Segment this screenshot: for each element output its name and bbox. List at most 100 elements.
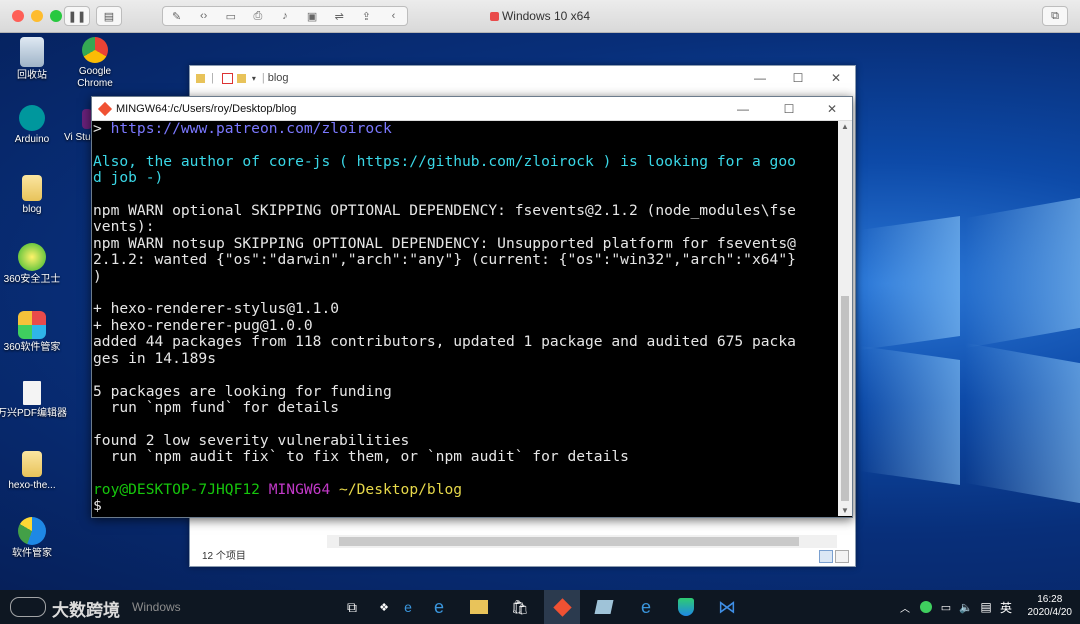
checkbox-icon[interactable] — [221, 72, 233, 84]
terminal-line: Also, the author of core-js ( https://gi… — [93, 152, 796, 170]
ie-icon[interactable]: e — [634, 595, 658, 619]
wallpaper-window-pane — [965, 197, 1080, 349]
divider: | — [261, 72, 265, 84]
large-icons-view-icon[interactable] — [835, 550, 849, 563]
arduino-icon — [19, 105, 45, 131]
desktop-icon-hexo-theme[interactable]: hexo-the... — [0, 451, 67, 492]
folder-icon — [236, 73, 246, 83]
terminal-line: run `npm fund` for details — [93, 398, 340, 416]
terminal-title: MINGW64:/c/Users/roy/Desktop/blog — [116, 102, 297, 115]
watermark-logo — [10, 597, 46, 617]
360-security-icon — [18, 243, 46, 271]
scroll-up-icon[interactable]: ▲ — [838, 122, 852, 131]
vertical-scrollbar[interactable]: ▲ ▼ — [838, 121, 852, 516]
box-glyph — [594, 600, 614, 614]
clock-time: 16:28 — [1037, 594, 1063, 605]
edge-small-icon[interactable]: e — [396, 595, 420, 619]
chrome-icon — [82, 37, 108, 63]
desktop-icon-recycle-bin[interactable]: 回收站 — [0, 37, 67, 82]
pdf-file-icon — [23, 381, 41, 405]
terminal-input-line[interactable]: $ — [93, 498, 836, 514]
maximize-icon[interactable]: ☐ — [779, 66, 817, 90]
desktop-icon-label: 万兴PDF编辑器 — [0, 408, 67, 419]
search-box-placeholder[interactable]: Windows — [132, 600, 181, 614]
desktop-icon-blog[interactable]: blog — [0, 175, 67, 216]
folder-icon — [196, 73, 205, 83]
desktop-icon-360-security[interactable]: 360安全卫士 — [0, 243, 67, 286]
clock[interactable]: 16:28 2020/4/20 — [1028, 593, 1073, 619]
tray-glyph — [920, 601, 932, 613]
terminal-line: > https://www.patreon.com/zloirock — [93, 121, 836, 137]
desktop-icon-pdf-editor[interactable]: 万兴PDF编辑器 — [0, 381, 67, 420]
explorer-titlebar: | ▾ | blog — ☐ ✕ — [190, 66, 855, 90]
store-icon[interactable]: 🛍 — [508, 595, 532, 619]
terminal-line: + hexo-renderer-stylus@1.1.0 — [93, 300, 340, 318]
terminal-line: npm WARN optional SKIPPING OPTIONAL DEPE… — [93, 202, 796, 220]
desktop-icon-label: 360安全卫士 — [3, 274, 61, 285]
git-bash-icon[interactable] — [544, 590, 580, 624]
close-icon[interactable]: ✕ — [812, 97, 852, 120]
minimize-icon[interactable]: — — [720, 97, 766, 120]
pinned-app-icon[interactable]: ❖ — [372, 595, 396, 619]
chevron-up-icon[interactable]: ︿ — [898, 595, 912, 619]
terminal-line: 2.1.2: wanted {"os":"darwin","arch":"any… — [93, 251, 796, 269]
prompt-path: ~/Desktop/blog — [339, 480, 463, 498]
edge-icon[interactable]: e — [427, 595, 451, 619]
terminal-line: ) — [93, 267, 102, 285]
volume-icon[interactable]: 🔈 — [958, 595, 974, 619]
minimize-icon[interactable]: — — [741, 66, 779, 90]
scrollbar-thumb[interactable] — [841, 296, 849, 501]
terminal-line: ges in 14.189s — [93, 349, 217, 367]
vscode-icon[interactable]: ⋈ — [715, 595, 739, 619]
close-icon[interactable]: ✕ — [817, 66, 855, 90]
folder-glyph — [470, 600, 488, 614]
chevron-down-icon[interactable]: ▾ — [252, 74, 256, 83]
desktop-icon-360-software[interactable]: 360软件管家 — [0, 311, 67, 354]
network-icon[interactable]: ▭ — [938, 595, 954, 619]
task-view-icon[interactable]: ⧉ — [340, 595, 364, 619]
desktop-icon-label: 360软件管家 — [3, 342, 61, 353]
prompt-user: roy@DESKTOP-7JHQF12 — [93, 480, 260, 498]
virtualbox-icon[interactable] — [592, 595, 616, 619]
360-tray-icon[interactable] — [918, 595, 934, 619]
maximize-icon[interactable]: ☐ — [766, 97, 812, 120]
explorer-title: blog — [267, 72, 289, 84]
prompt-env: MINGW64 — [268, 480, 331, 498]
terminal-line: 5 packages are looking for funding — [93, 382, 392, 400]
terminal-line: added 44 packages from 118 contributors,… — [93, 333, 796, 351]
desktop-icon-label: 回收站 — [17, 70, 47, 81]
software-manager-icon — [18, 517, 46, 545]
details-view-icon[interactable] — [819, 550, 833, 563]
notification-icon[interactable]: ▤ — [978, 595, 994, 619]
vm-title: Windows 10 x64 — [0, 9, 1080, 23]
fullscreen-icon[interactable]: ⧉ — [1042, 6, 1068, 26]
desktop-icon-label: blog — [22, 204, 42, 215]
terminal-text: > — [93, 121, 111, 137]
desktop-icon-software-manager[interactable]: 软件管家 — [0, 517, 67, 560]
ime-indicator[interactable]: 英 — [1000, 599, 1012, 616]
horizontal-scrollbar[interactable] — [327, 535, 837, 548]
divider: | — [211, 72, 214, 84]
item-count: 12 个项目 — [202, 551, 246, 562]
terminal-link[interactable]: https://www.patreon.com/zloirock — [111, 121, 392, 137]
scrollbar-thumb[interactable] — [339, 537, 799, 546]
desktop-icon-label: hexo-the... — [8, 480, 56, 491]
terminal-titlebar: MINGW64:/c/Users/roy/Desktop/blog — ☐ ✕ — [92, 97, 852, 121]
shield-glyph — [678, 598, 694, 616]
desktop-icon-arduino[interactable]: Arduino — [0, 105, 67, 146]
desktop-icon-label: Arduino — [14, 134, 50, 145]
security-shield-icon[interactable] — [674, 595, 698, 619]
desktop-icon-label: 软件管家 — [12, 548, 52, 559]
watermark-text: 大数跨境 — [52, 601, 120, 620]
vm-toolbar: ❚❚ ▤ ✎ ‹› ▭ ⎙ ♪ ▣ ⇌ ⇪ ‹ Windows 10 x64 ⧉ — [0, 0, 1080, 33]
scroll-down-icon[interactable]: ▼ — [838, 506, 852, 515]
terminal-output[interactable]: > https://www.patreon.com/zloirock Also,… — [93, 121, 836, 516]
file-explorer-icon[interactable] — [467, 595, 491, 619]
desktop-icon-chrome[interactable]: Google Chrome — [60, 37, 130, 90]
terminal-line: d job -) — [93, 169, 164, 187]
